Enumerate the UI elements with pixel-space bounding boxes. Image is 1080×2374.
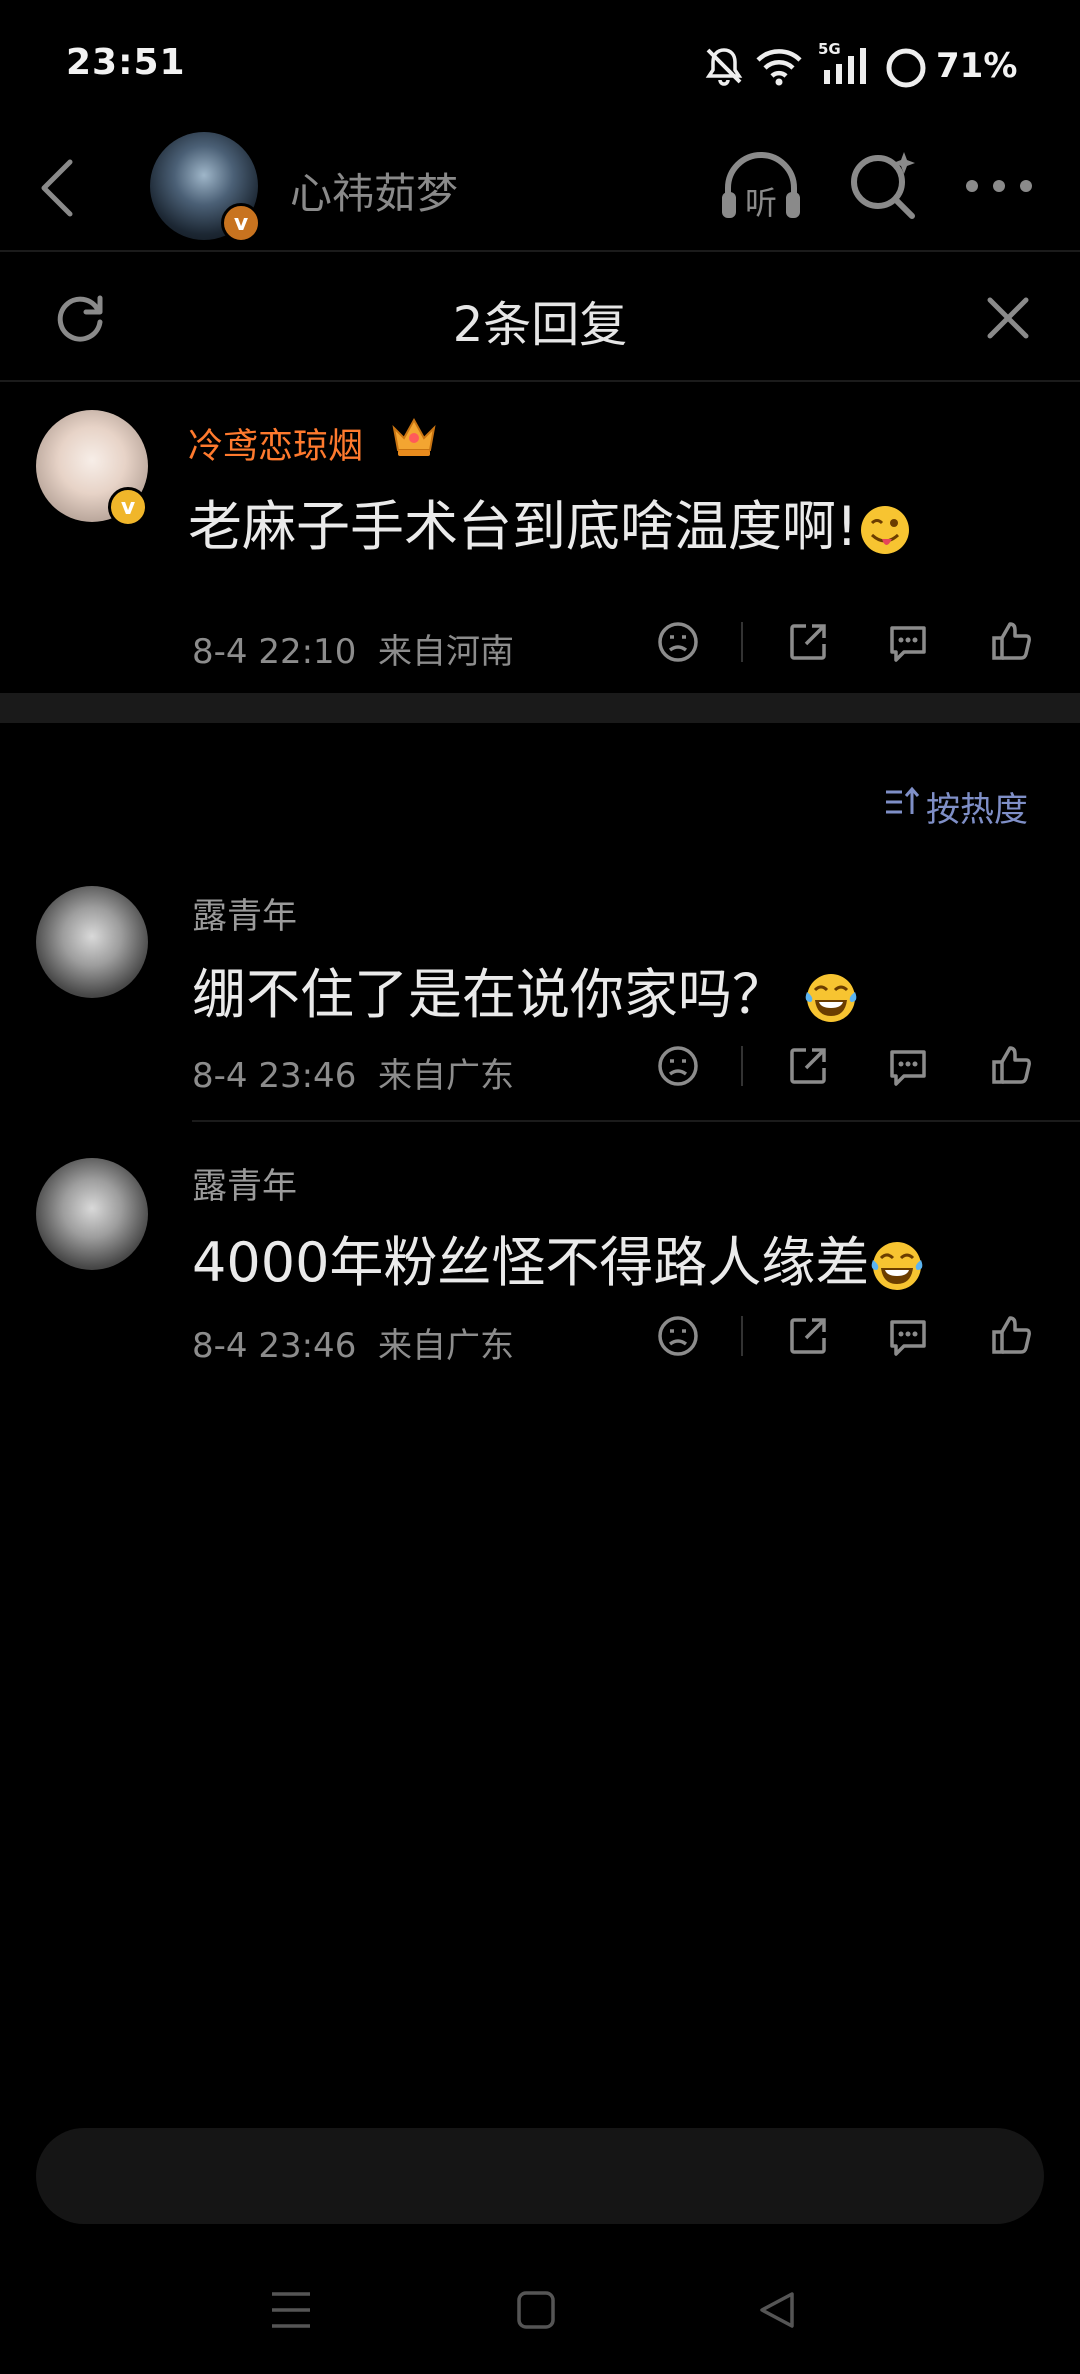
profile-name[interactable]: 心祎茹梦 bbox=[290, 160, 458, 221]
like-icon[interactable] bbox=[988, 1042, 1034, 1088]
wink-tongue-emoji-icon bbox=[858, 503, 912, 557]
share-icon[interactable] bbox=[786, 620, 830, 664]
signal-5g-icon: 5G bbox=[818, 40, 874, 88]
comment-icon[interactable] bbox=[886, 620, 930, 664]
original-author-name[interactable]: 冷鸢恋琼烟 bbox=[188, 418, 363, 469]
back-nav-icon[interactable] bbox=[756, 2290, 796, 2330]
headphones-listen-icon[interactable]: 听 bbox=[718, 148, 804, 224]
verified-gold-badge-icon: v bbox=[108, 487, 148, 527]
reply-author-avatar[interactable] bbox=[36, 886, 148, 998]
dislike-face-icon[interactable] bbox=[656, 1044, 700, 1088]
wifi-icon bbox=[754, 46, 804, 86]
reply-comment-body: 4000年粉丝怪不得路人缘差 bbox=[192, 1231, 870, 1294]
reply-count-title: 2条回复 bbox=[452, 297, 628, 353]
reply-comment-text: 4000年粉丝怪不得路人缘差 bbox=[192, 1218, 925, 1297]
section-separator bbox=[0, 693, 1080, 723]
original-time: 8-4 22:10 bbox=[192, 632, 357, 672]
search-sparkle-icon[interactable] bbox=[846, 148, 920, 222]
crown-badge-icon bbox=[390, 414, 438, 458]
original-meta: 8-4 22:10 来自河南 bbox=[192, 624, 514, 673]
verified-badge-icon: v bbox=[221, 203, 261, 243]
comment-icon[interactable] bbox=[886, 1044, 930, 1088]
battery-ring-icon bbox=[884, 46, 928, 90]
dislike-face-icon[interactable] bbox=[656, 620, 700, 664]
action-separator bbox=[741, 1046, 743, 1086]
reply-location: 来自广东 bbox=[377, 1326, 514, 1366]
like-icon[interactable] bbox=[988, 618, 1034, 664]
action-separator bbox=[741, 1316, 743, 1356]
sort-by-hot[interactable]: 按热度 bbox=[926, 782, 1028, 831]
reply-author-name[interactable]: 露青年 bbox=[192, 888, 297, 939]
reply-time: 8-4 23:46 bbox=[192, 1056, 357, 1096]
reply-divider bbox=[192, 1120, 1080, 1122]
reply-time: 8-4 23:46 bbox=[192, 1326, 357, 1366]
laugh-tears-emoji-icon bbox=[803, 970, 859, 1026]
more-icon[interactable] bbox=[962, 176, 1036, 196]
close-icon[interactable] bbox=[984, 294, 1032, 342]
original-comment-body: 老麻子手术台到底啥温度啊! bbox=[188, 495, 858, 558]
header-divider bbox=[0, 380, 1080, 382]
back-button[interactable] bbox=[38, 158, 78, 218]
dislike-face-icon[interactable] bbox=[656, 1314, 700, 1358]
share-icon[interactable] bbox=[786, 1314, 830, 1358]
svg-text:听: 听 bbox=[745, 184, 777, 222]
reply-author-name[interactable]: 露青年 bbox=[192, 1158, 297, 1209]
reply-input-bar[interactable] bbox=[36, 2128, 1044, 2224]
action-separator bbox=[741, 622, 743, 662]
status-time: 23:51 bbox=[66, 42, 186, 83]
like-icon[interactable] bbox=[988, 1312, 1034, 1358]
reply-meta: 8-4 23:46 来自广东 bbox=[192, 1318, 514, 1367]
original-location: 来自河南 bbox=[377, 632, 514, 672]
battery-percent: 71% bbox=[936, 46, 1018, 86]
original-comment-text: 老麻子手术台到底啥温度啊! bbox=[188, 482, 912, 561]
reply-meta: 8-4 23:46 来自广东 bbox=[192, 1048, 514, 1097]
comment-icon[interactable] bbox=[886, 1314, 930, 1358]
mute-bell-icon bbox=[702, 44, 746, 88]
recent-apps-nav-icon[interactable] bbox=[270, 2290, 312, 2330]
reply-comment-text: 绷不住了是在说你家吗？ bbox=[192, 950, 859, 1029]
svg-text:5G: 5G bbox=[818, 40, 841, 58]
reply-location: 来自广东 bbox=[377, 1056, 514, 1096]
share-icon[interactable] bbox=[786, 1044, 830, 1088]
nav-divider bbox=[0, 250, 1080, 252]
reply-author-avatar[interactable] bbox=[36, 1158, 148, 1270]
reply-comment-body: 绷不住了是在说你家吗？ bbox=[192, 963, 786, 1026]
home-nav-icon[interactable] bbox=[516, 2290, 556, 2330]
laugh-tears-emoji-icon bbox=[869, 1238, 925, 1294]
sort-icon[interactable] bbox=[884, 784, 920, 820]
